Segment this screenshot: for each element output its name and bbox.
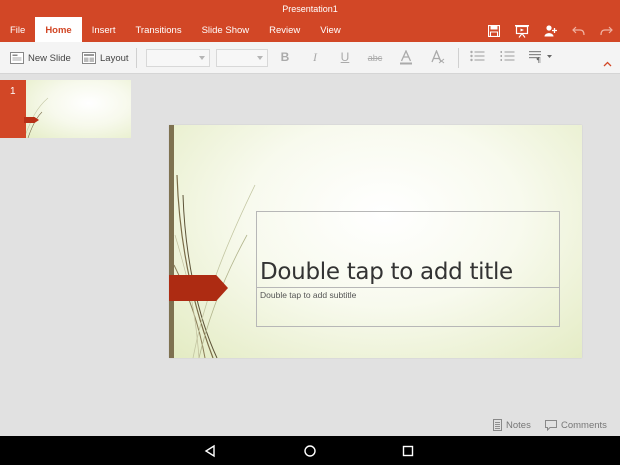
tab-view[interactable]: View [310, 17, 350, 42]
comments-label: Comments [561, 419, 607, 431]
present-icon[interactable] [508, 20, 536, 42]
bullets-icon[interactable] [468, 50, 486, 66]
tab-transitions[interactable]: Transitions [125, 17, 191, 42]
comments-icon [545, 419, 557, 431]
layout-icon [82, 52, 96, 64]
title-bar: Presentation1 File Home Insert Transitio… [0, 0, 620, 42]
font-name-dropdown[interactable] [146, 49, 210, 67]
slide-canvas[interactable]: Double tap to add title Double tap to ad… [169, 125, 582, 358]
strikethrough-icon[interactable]: abc [364, 50, 386, 66]
layout-button[interactable]: Layout [82, 49, 129, 67]
tab-review[interactable]: Review [259, 17, 310, 42]
font-color-icon[interactable] [397, 49, 415, 66]
share-icon[interactable] [536, 20, 564, 42]
notes-label: Notes [506, 419, 531, 431]
notes-icon [493, 419, 502, 431]
recents-icon[interactable] [401, 444, 415, 458]
ribbon-toolbar: New Slide Layout B I U abc ¶ [0, 42, 620, 74]
chevron-down-icon [199, 56, 205, 60]
title-actions [480, 20, 620, 42]
slide-arrow-shape [169, 275, 228, 301]
chevron-up-icon[interactable] [603, 54, 612, 72]
paragraph-icon[interactable]: ¶ [528, 50, 554, 66]
tab-home[interactable]: Home [35, 17, 82, 42]
numbering-icon[interactable] [498, 50, 516, 66]
italic-icon[interactable]: I [306, 50, 324, 66]
new-slide-label: New Slide [28, 52, 71, 64]
ribbon-divider [136, 48, 137, 68]
tab-insert[interactable]: Insert [82, 17, 126, 42]
thumbnail-number: 1 [10, 86, 16, 97]
font-size-dropdown[interactable] [216, 49, 268, 67]
home-icon[interactable] [303, 444, 317, 458]
subtitle-placeholder-text: Double tap to add subtitle [260, 290, 357, 300]
slide-thumbnail[interactable] [26, 80, 131, 138]
title-placeholder[interactable]: Double tap to add title [256, 211, 560, 288]
undo-icon[interactable] [564, 20, 592, 42]
tab-file[interactable]: File [0, 17, 35, 42]
android-nav-bar [0, 436, 620, 465]
slide-accent-bar [169, 125, 174, 358]
chevron-down-icon [257, 56, 263, 60]
save-icon[interactable] [480, 20, 508, 42]
underline-icon[interactable]: U [336, 50, 354, 66]
title-placeholder-text: Double tap to add title [260, 259, 513, 285]
tab-slide-show[interactable]: Slide Show [192, 17, 260, 42]
ribbon-divider [458, 48, 459, 68]
back-icon[interactable] [203, 444, 217, 458]
svg-text:¶: ¶ [536, 56, 541, 63]
new-slide-button[interactable]: New Slide [10, 49, 71, 67]
ribbon-tabs: File Home Insert Transitions Slide Show … [0, 17, 351, 42]
layout-label: Layout [100, 52, 129, 64]
subtitle-placeholder[interactable]: Double tap to add subtitle [256, 287, 560, 327]
document-title: Presentation1 [282, 4, 338, 14]
redo-icon[interactable] [592, 20, 620, 42]
clear-formatting-icon[interactable] [428, 49, 446, 66]
notes-button[interactable]: Notes [493, 418, 531, 432]
bold-icon[interactable]: B [276, 50, 294, 66]
new-slide-icon [10, 52, 24, 64]
comments-button[interactable]: Comments [545, 418, 607, 432]
